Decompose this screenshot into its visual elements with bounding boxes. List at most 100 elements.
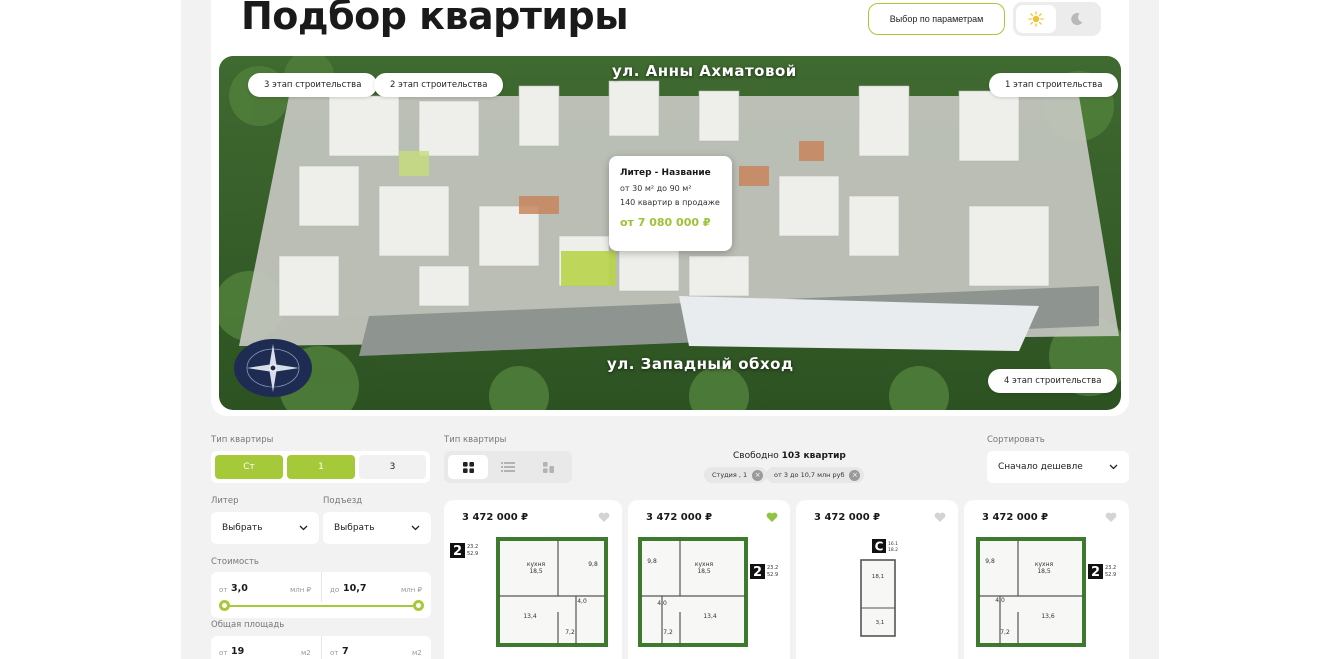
svg-text:13,6: 13,6	[1041, 613, 1055, 620]
tooltip-title: Литер - Название	[620, 168, 711, 178]
svg-text:18,1: 18,1	[872, 574, 884, 580]
apartment-price: 3 472 000 ₽	[462, 512, 529, 523]
apt-type-selector: Ст 1 3	[211, 451, 430, 483]
entrance-value: Выбрать	[334, 523, 375, 533]
sun-icon	[1028, 11, 1044, 27]
chevron-down-icon	[299, 525, 308, 531]
cost-range	[211, 572, 431, 618]
svg-text:18,5: 18,5	[1037, 568, 1051, 575]
view-tiles-button[interactable]	[528, 455, 568, 479]
cost-from-unit: млн ₽	[290, 586, 312, 594]
area-label: Общая площадь	[211, 620, 285, 630]
chevron-down-icon	[411, 525, 420, 531]
apartment-price: 3 472 000 ₽	[646, 512, 713, 523]
svg-text:52.9: 52.9	[1105, 572, 1116, 578]
area-from-unit: м2	[301, 649, 311, 657]
heart-icon[interactable]	[1105, 512, 1117, 523]
moon-icon	[1071, 13, 1083, 26]
apartment-card[interactable]: 3 472 000 ₽ 9,8 кухня 18,5 4,0 13,6 7,2 …	[964, 500, 1129, 659]
tooltip-price: от 7 080 000 ₽	[620, 216, 711, 229]
list-icon	[501, 462, 515, 472]
svg-text:3,1: 3,1	[876, 620, 885, 626]
cost-from-value[interactable]: 3,0	[231, 583, 248, 594]
apt-type-label: Тип квартиры	[211, 435, 274, 445]
filter-chip-type[interactable]: Студия , 1 ×	[704, 467, 768, 483]
theme-light-button[interactable]	[1016, 5, 1056, 33]
cost-label: Стоимость	[211, 557, 259, 567]
view-type-label: Тип квартиры	[444, 435, 507, 445]
area-to-unit: м2	[412, 649, 422, 657]
stage-1-pill[interactable]: 1 этап строительства	[989, 73, 1119, 97]
apartment-price: 3 472 000 ₽	[814, 512, 881, 523]
cost-to-prefix: до	[330, 586, 340, 594]
svg-text:2: 2	[1091, 565, 1100, 580]
liter-select[interactable]: Выбрать	[211, 512, 319, 544]
apt-type-3[interactable]: 3	[359, 455, 426, 479]
grid-icon	[462, 461, 474, 473]
street-label-bottom: ул. Западный обход	[607, 355, 794, 373]
free-count-prefix: Свободно	[733, 451, 779, 461]
svg-text:4,0: 4,0	[657, 600, 667, 607]
view-list-button[interactable]	[488, 455, 528, 479]
liter-label: Литер	[211, 496, 239, 506]
entrance-select[interactable]: Выбрать	[323, 512, 431, 544]
apartment-card[interactable]: 3 472 000 ₽ 9,8 кухня 18,5 4,0 13,4 7,2 …	[628, 500, 790, 659]
filter-chip-type-label: Студия , 1	[712, 471, 748, 479]
sort-select[interactable]: Сначало дешевле	[987, 451, 1129, 483]
apartment-card[interactable]: 3 472 000 ₽ 2 23.2 52.9 кухня 18,5 9,8 4…	[444, 500, 622, 659]
area-from-value[interactable]: 19	[231, 646, 244, 657]
stage-2-pill[interactable]: 2 этап строительства	[374, 73, 504, 97]
svg-text:9,8: 9,8	[647, 558, 657, 565]
street-label-top: ул. Анны Ахматовой	[612, 62, 797, 80]
floor-plan: 2 23.2 52.9 кухня 18,5 9,8 4,0 13,4 7,2	[450, 537, 608, 647]
svg-text:18,5: 18,5	[697, 568, 711, 575]
chevron-down-icon	[1109, 464, 1118, 470]
filter-chip-price-label: от 3 до 10,7 млн руб	[774, 471, 845, 479]
area-total: 52.9	[467, 551, 478, 557]
heart-icon[interactable]	[598, 512, 610, 523]
area-to-value[interactable]: 7	[342, 646, 349, 657]
close-icon[interactable]: ×	[849, 469, 861, 481]
view-switcher	[444, 451, 572, 483]
theme-toggle[interactable]	[1013, 2, 1101, 36]
svg-text:2: 2	[753, 565, 762, 580]
param-select-button[interactable]: Выбор по параметрам	[868, 3, 1005, 35]
svg-text:18,5: 18,5	[529, 568, 543, 575]
room-count: 2	[453, 544, 462, 559]
stage-4-pill[interactable]: 4 этап строительства	[988, 369, 1118, 393]
floor-plan: 9,8 кухня 18,5 4,0 13,4 7,2 2 23.2 52.9	[638, 537, 778, 647]
svg-text:9,8: 9,8	[588, 561, 598, 568]
cost-to-value[interactable]: 10,7	[343, 583, 366, 594]
svg-text:кухня: кухня	[527, 561, 546, 568]
sort-label: Сортировать	[987, 435, 1045, 445]
svg-text:23.2: 23.2	[1105, 565, 1116, 571]
apartment-price: 3 472 000 ₽	[982, 512, 1049, 523]
cost-from-prefix: от	[219, 586, 228, 594]
compass-icon	[234, 339, 312, 397]
svg-text:7,2: 7,2	[1000, 629, 1010, 636]
heart-icon[interactable]	[934, 512, 946, 523]
entrance-label: Подъезд	[323, 496, 363, 506]
svg-text:16.1: 16.1	[888, 541, 898, 547]
area-to-prefix: от	[330, 649, 339, 657]
page-title: Подбор квартиры	[241, 0, 629, 38]
svg-text:С: С	[875, 540, 884, 554]
apartment-card[interactable]: 3 472 000 ₽ С 16.1 18.2 18,1 3,1	[796, 500, 958, 659]
building-tooltip: Литер - Название от 30 м² до 90 м² 140 к…	[609, 156, 732, 251]
svg-text:13,4: 13,4	[523, 613, 537, 620]
view-grid-button[interactable]	[448, 455, 488, 479]
apt-type-studio[interactable]: Ст	[215, 455, 283, 479]
svg-text:кухня: кухня	[1035, 561, 1054, 568]
stage-3-pill[interactable]: 3 этап строительства	[248, 73, 378, 97]
cost-slider-max-handle[interactable]	[413, 600, 424, 611]
apt-type-1[interactable]: 1	[287, 455, 355, 479]
svg-text:4,0: 4,0	[577, 598, 587, 605]
tooltip-area: от 30 м² до 90 м²	[620, 184, 692, 193]
heart-icon[interactable]	[766, 512, 778, 523]
filter-chip-price[interactable]: от 3 до 10,7 млн руб ×	[766, 467, 865, 483]
close-icon[interactable]: ×	[752, 469, 764, 481]
free-count: Свободно 103 квартир	[733, 451, 846, 461]
cost-slider-track[interactable]	[224, 605, 418, 607]
theme-dark-button[interactable]	[1057, 5, 1097, 33]
cost-slider-min-handle[interactable]	[219, 600, 230, 611]
